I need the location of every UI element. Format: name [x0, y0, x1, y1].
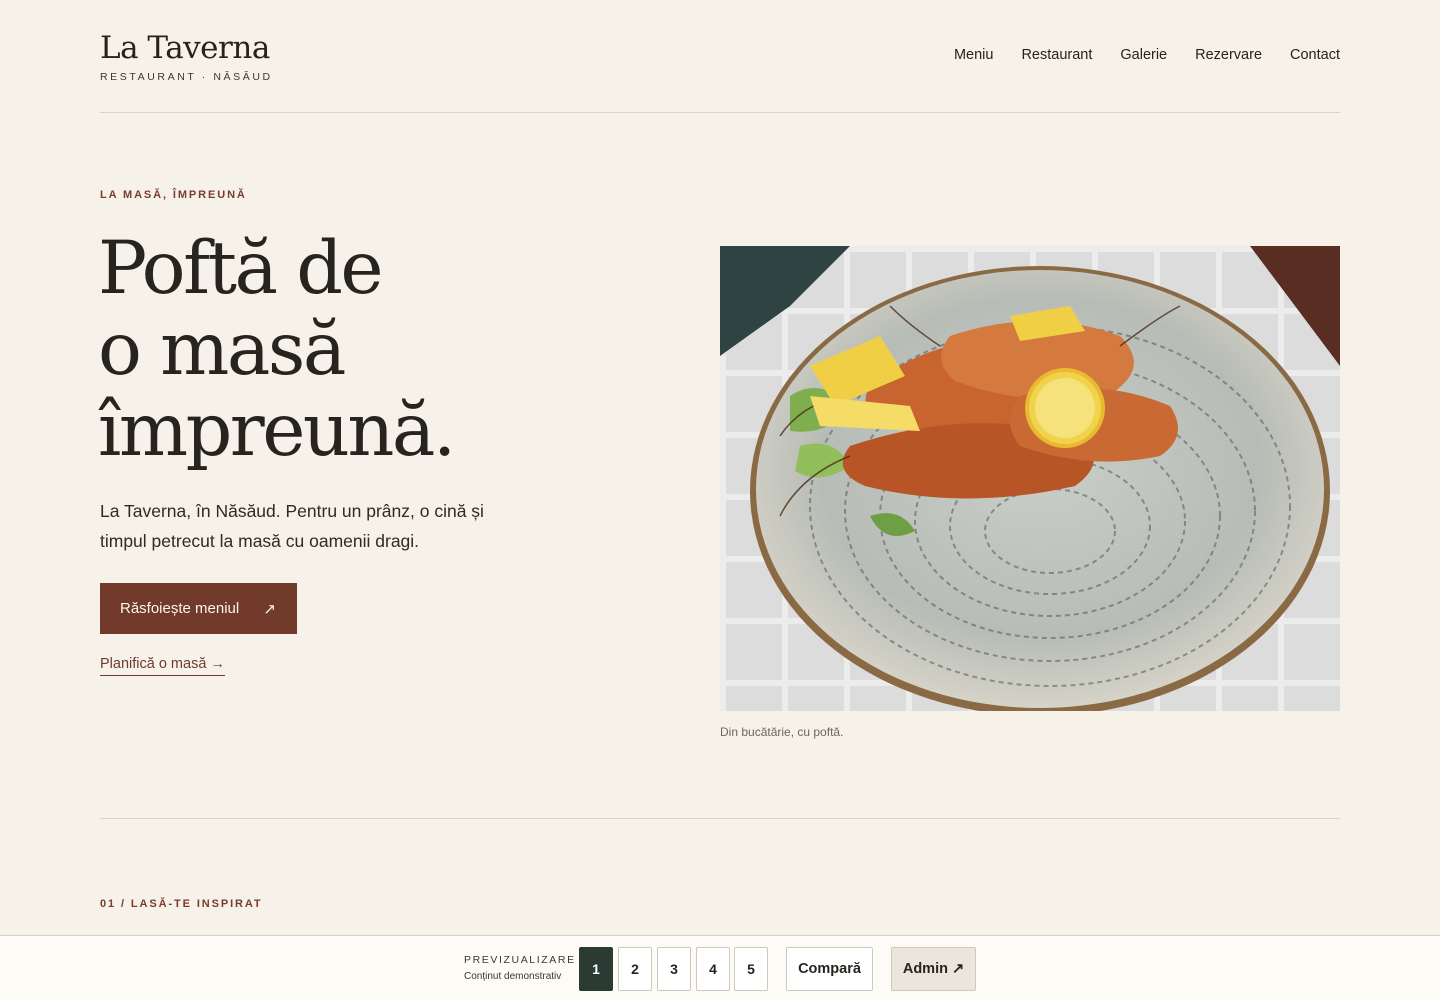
nav-item-restaurant[interactable]: Restaurant: [1021, 47, 1092, 63]
preview-label: PREVIZUALIZARE: [464, 954, 576, 966]
hero-title: Poftă de o masă împreună.: [98, 228, 658, 471]
nav-item-galerie[interactable]: Galerie: [1120, 47, 1167, 63]
hero-photo: [720, 246, 1340, 711]
hero-title-line-1: Poftă de: [98, 226, 384, 311]
compare-button[interactable]: Compară: [786, 947, 873, 991]
hero-title-line-3: împreună.: [98, 388, 456, 473]
preview-sublabel: Conținut demonstrativ: [464, 971, 562, 982]
photo-caption: Din bucătărie, cu poftă.: [720, 725, 844, 739]
shrimp-plate-illustration: [720, 246, 1340, 711]
hero-description: La Taverna, în Năsăud. Pentru un prânz, …: [100, 501, 484, 551]
brand-subtitle: RESTAURANT · NĂSĂUD: [100, 71, 273, 83]
section-label: 01 / LASĂ-TE INSPIRAT: [100, 898, 263, 910]
preview-bar: PREVIZUALIZARE Conținut demonstrativ 1 2…: [0, 935, 1440, 1000]
browse-menu-button[interactable]: Răsfoiește meniul ↗: [100, 583, 297, 634]
arrow-up-right-icon: ↗: [263, 600, 276, 618]
page-button-3[interactable]: 3: [657, 947, 691, 991]
hero-eyebrow: LA MASĂ, ÎMPREUNĂ: [100, 189, 247, 201]
nav-item-contact[interactable]: Contact: [1290, 47, 1340, 63]
page-button-5[interactable]: 5: [734, 947, 768, 991]
browse-menu-label: Răsfoiește meniul: [120, 600, 240, 617]
hero-title-line-2: o masă: [98, 307, 346, 392]
nav-item-meniu[interactable]: Meniu: [954, 47, 994, 63]
admin-button[interactable]: Admin ↗: [891, 947, 976, 991]
main-nav: Meniu Restaurant Galerie Rezervare Conta…: [954, 47, 1340, 63]
nav-item-rezervare[interactable]: Rezervare: [1195, 47, 1262, 63]
brand-name[interactable]: La Taverna: [100, 30, 270, 66]
page-button-1[interactable]: 1: [579, 947, 613, 991]
site-header: La Taverna RESTAURANT · NĂSĂUD Meniu Res…: [100, 0, 1340, 113]
plan-meal-link[interactable]: Planifică o masă →: [100, 656, 225, 676]
page-button-2[interactable]: 2: [618, 947, 652, 991]
section-divider: [100, 818, 1340, 819]
page-button-4[interactable]: 4: [696, 947, 730, 991]
